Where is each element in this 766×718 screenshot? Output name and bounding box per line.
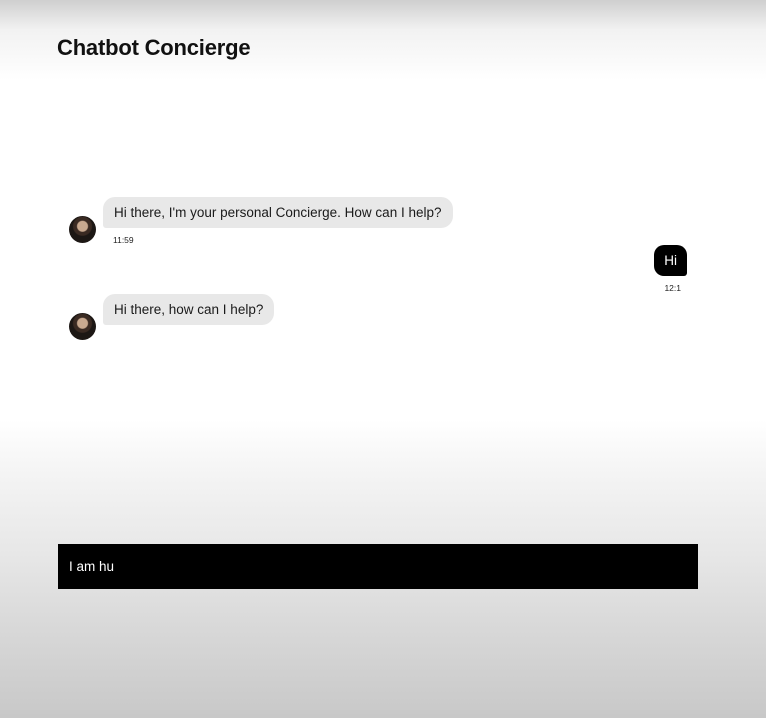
message-timestamp: 11:59 <box>113 235 134 245</box>
message-input[interactable] <box>58 544 698 589</box>
user-message-bubble: Hi <box>654 245 687 276</box>
bot-avatar-icon <box>69 313 96 340</box>
message-timestamp: 12:1 <box>664 283 681 293</box>
bot-message-bubble: Hi there, I'm your personal Concierge. H… <box>103 197 453 228</box>
page-title: Chatbot Concierge <box>57 35 251 60</box>
bot-avatar-icon <box>69 216 96 243</box>
message-composer <box>58 544 698 589</box>
bot-message-bubble: Hi there, how can I help? <box>103 294 275 325</box>
